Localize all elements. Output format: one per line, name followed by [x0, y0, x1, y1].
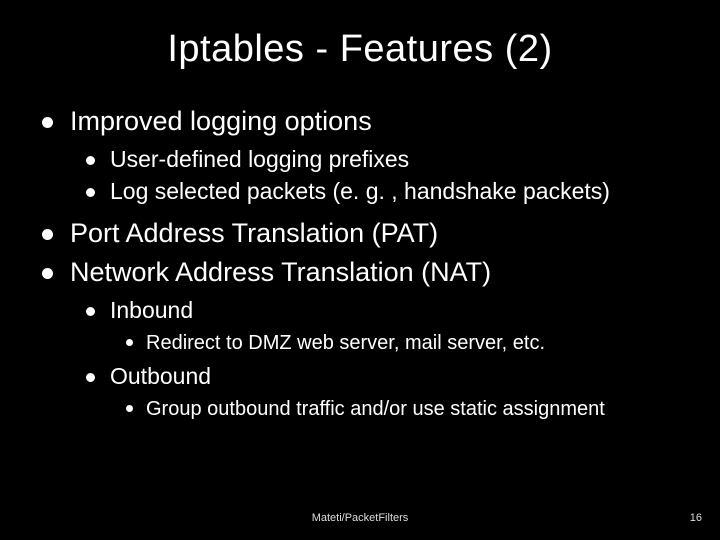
footer-center: Mateti/PacketFilters [0, 512, 720, 524]
bullet-text: Outbound [110, 363, 211, 389]
sub-sub-list: Redirect to DMZ web server, mail server,… [110, 330, 684, 356]
bullet-list: Improved logging options User-defined lo… [36, 105, 684, 422]
bullet-text: Inbound [110, 297, 193, 323]
bullet-log-selected-packets: Log selected packets (e. g. , handshake … [80, 177, 684, 207]
sub-list: Inbound Redirect to DMZ web server, mail… [70, 296, 684, 422]
bullet-pat: Port Address Translation (PAT) [36, 217, 684, 251]
bullet-improved-logging: Improved logging options User-defined lo… [36, 105, 684, 207]
bullet-text: User-defined logging prefixes [110, 146, 409, 172]
slide: Iptables - Features (2) Improved logging… [0, 0, 720, 540]
bullet-text: Redirect to DMZ web server, mail server,… [146, 332, 545, 354]
bullet-user-defined-prefixes: User-defined logging prefixes [80, 145, 684, 175]
page-number: 16 [690, 512, 702, 524]
bullet-group-outbound: Group outbound traffic and/or use static… [120, 396, 684, 422]
bullet-text: Log selected packets (e. g. , handshake … [110, 178, 610, 204]
bullet-text: Network Address Translation (NAT) [70, 257, 491, 287]
sub-sub-list: Group outbound traffic and/or use static… [110, 396, 684, 422]
bullet-text: Port Address Translation (PAT) [70, 218, 438, 248]
sub-list: User-defined logging prefixes Log select… [70, 145, 684, 207]
bullet-outbound: Outbound Group outbound traffic and/or u… [80, 362, 684, 422]
bullet-redirect-dmz: Redirect to DMZ web server, mail server,… [120, 330, 684, 356]
bullet-inbound: Inbound Redirect to DMZ web server, mail… [80, 296, 684, 356]
bullet-text: Group outbound traffic and/or use static… [146, 398, 605, 420]
bullet-nat: Network Address Translation (NAT) Inboun… [36, 256, 684, 422]
bullet-text: Improved logging options [70, 106, 372, 136]
slide-title: Iptables - Features (2) [36, 28, 684, 71]
